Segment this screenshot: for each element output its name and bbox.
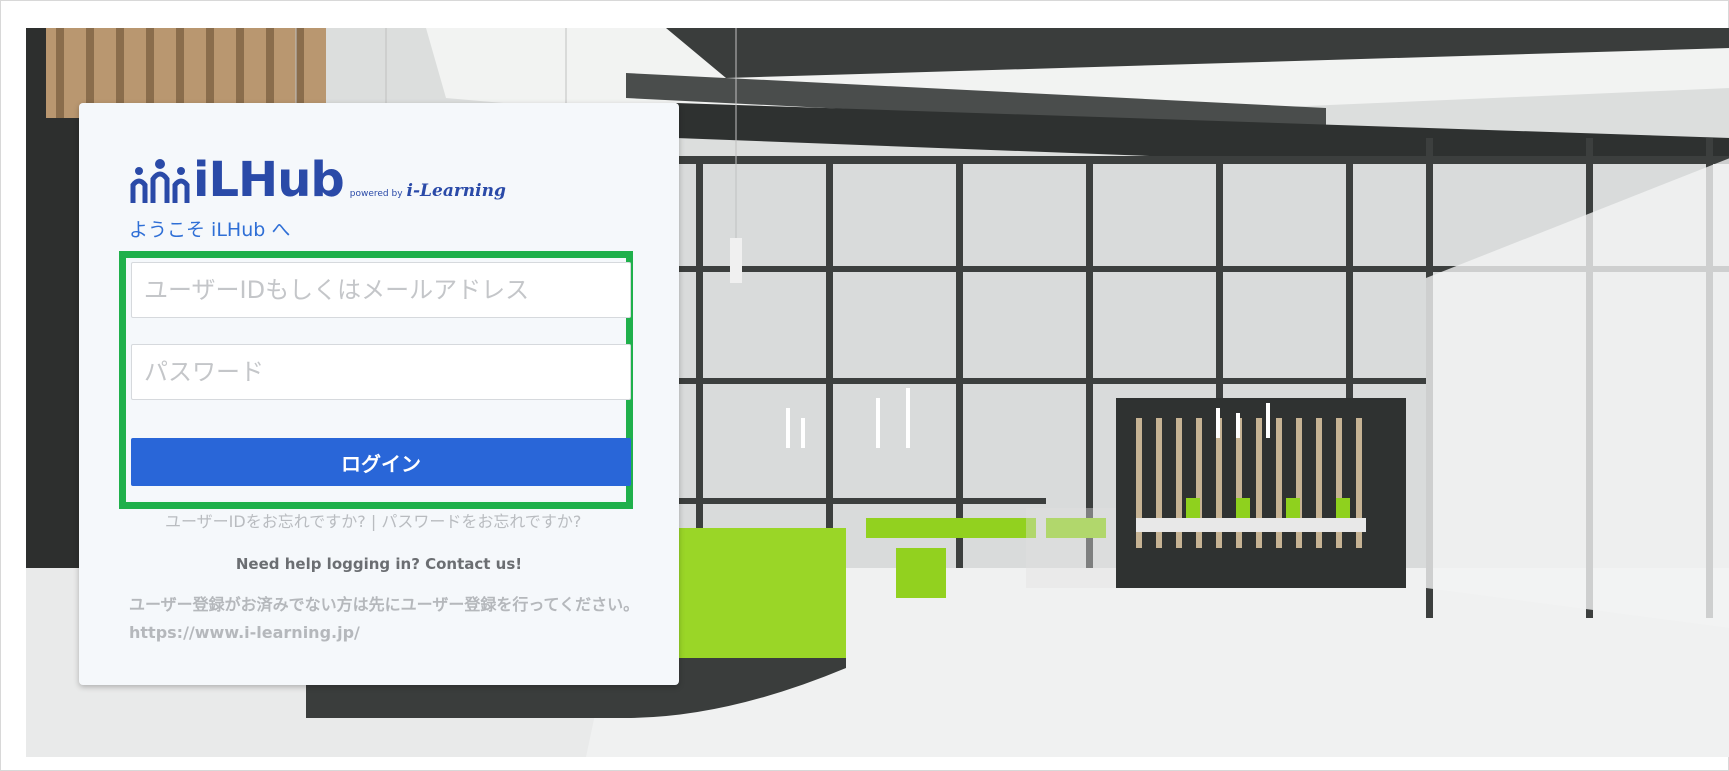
login-card: iLHub powered by i-Learning ようこそ iLHub へ… — [79, 103, 679, 685]
help-contact-text[interactable]: Need help logging in? Contact us! — [79, 555, 679, 573]
user-id-input[interactable] — [131, 262, 631, 318]
forgot-links: ユーザーIDをお忘れですか? | パスワードをお忘れですか? — [165, 508, 581, 532]
logo-text: iLHub — [193, 152, 345, 208]
login-button[interactable]: ログイン — [131, 438, 631, 486]
logo-brand: i-Learning — [406, 181, 506, 201]
logo-powered-by: powered by — [349, 189, 403, 199]
welcome-heading: ようこそ iLHub へ — [129, 219, 291, 241]
ilhub-logo: iLHub powered by i-Learning — [129, 147, 506, 208]
browser-viewport: iLHub powered by i-Learning ようこそ iLHub へ… — [0, 0, 1729, 771]
password-input[interactable] — [131, 344, 631, 400]
link-separator: | — [370, 512, 377, 531]
people-logo-icon — [130, 159, 190, 203]
register-note: ユーザー登録がお済みでない方は先にユーザー登録を行ってください。https://… — [129, 595, 640, 642]
forgot-password-link[interactable]: パスワードをお忘れですか? — [381, 512, 581, 531]
forgot-id-link[interactable]: ユーザーIDをお忘れですか? — [165, 512, 366, 531]
